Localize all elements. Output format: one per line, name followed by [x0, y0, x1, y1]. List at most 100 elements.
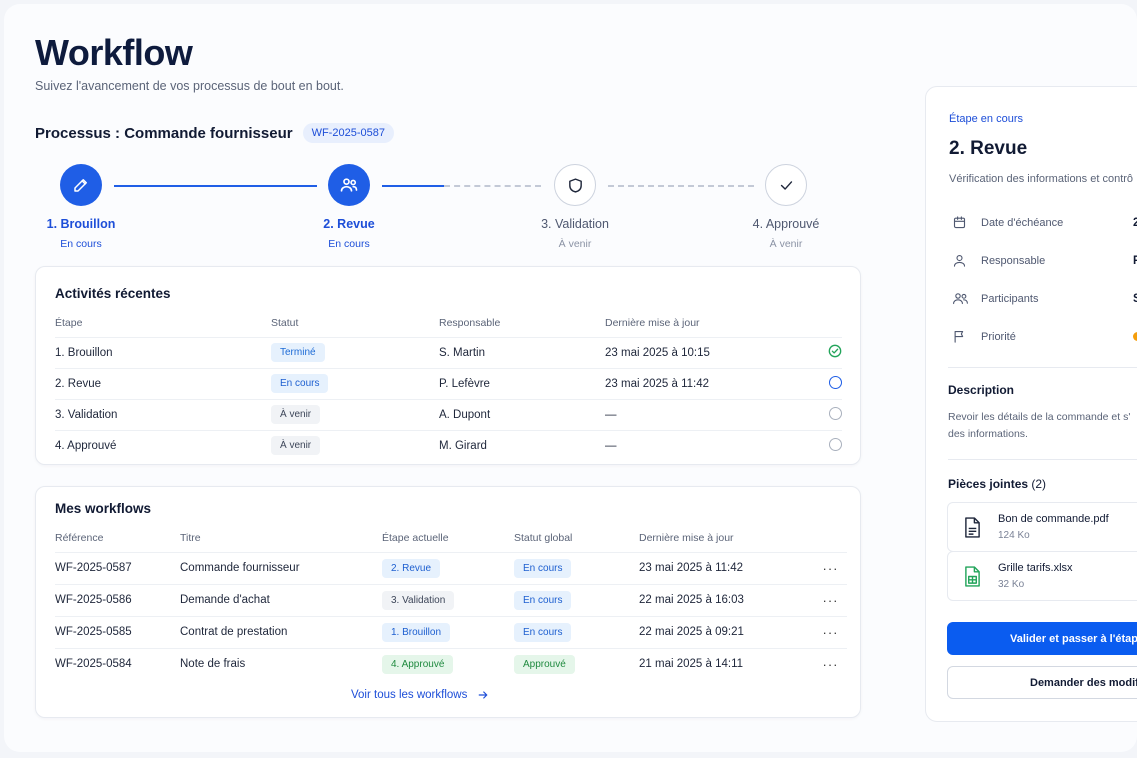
- step-validation[interactable]: 3. Validation À venir: [515, 164, 635, 250]
- more-options-icon[interactable]: ···: [823, 593, 839, 608]
- process-reference-badge: WF-2025-0587: [302, 123, 394, 143]
- circle-active-icon: [829, 375, 842, 389]
- card-title: Mes workflows: [55, 501, 152, 516]
- check-icon: [765, 164, 807, 206]
- status-badge: En cours: [514, 590, 572, 610]
- attachments-label: Pièces jointes: [948, 477, 1029, 491]
- description-line: Revoir les détails de la commande et s': [948, 411, 1131, 423]
- meta-value: S: [1133, 293, 1137, 305]
- meta-owner: Responsable P.: [952, 253, 1137, 268]
- meta-label: Priorité: [981, 330, 1016, 343]
- step-name: 4. Approuvé: [752, 217, 820, 231]
- column-header: Étape actuelle: [382, 531, 449, 544]
- meta-priority: Priorité: [952, 329, 1137, 344]
- table-row[interactable]: 1. Brouillon Terminé S. Martin 23 mai 20…: [55, 336, 842, 368]
- column-header: Titre: [180, 531, 201, 544]
- stage-badge: 2. Revue: [382, 558, 441, 578]
- meta-label: Participants: [981, 292, 1039, 305]
- cell-reference: WF-2025-0585: [55, 615, 180, 648]
- table-row[interactable]: 2. Revue En cours P. Lefèvre 23 mai 2025…: [55, 367, 842, 399]
- see-all-workflows-link[interactable]: Voir tous les workflows: [351, 689, 489, 701]
- workflows-table: Référence Titre Étape actuelle Statut gl…: [55, 524, 847, 680]
- column-header: Référence: [55, 531, 104, 544]
- column-header: Dernière mise à jour: [605, 316, 700, 329]
- table-row[interactable]: 3. Validation À venir A. Dupont —: [55, 398, 842, 430]
- circle-empty-icon: [829, 406, 842, 420]
- attachment-item[interactable]: Bon de commande.pdf 124 Ko: [947, 502, 1137, 552]
- cell-step: 1. Brouillon: [55, 336, 271, 368]
- cell-step: 3. Validation: [55, 398, 271, 430]
- file-size: 124 Ko: [998, 530, 1030, 541]
- table-row[interactable]: WF-2025-0587 Commande fournisseur 2. Rev…: [55, 551, 847, 584]
- shield-icon: [554, 164, 596, 206]
- table-row[interactable]: 4. Approuvé À venir M. Girard —: [55, 429, 842, 461]
- more-options-icon[interactable]: ···: [823, 625, 839, 640]
- meta-label: Date d'échéance: [981, 216, 1064, 229]
- status-badge: En cours: [271, 374, 329, 393]
- see-all-label: Voir tous les workflows: [351, 689, 468, 701]
- step-connector-done: [114, 185, 317, 187]
- file-name: Bon de commande.pdf: [998, 513, 1109, 525]
- description-text: Revoir les détails de la commande et s' …: [948, 409, 1137, 443]
- cell-updated: 23 mai 2025 à 10:15: [605, 336, 817, 368]
- spreadsheet-file-icon: [965, 566, 980, 587]
- file-name: Grille tarifs.xlsx: [998, 562, 1073, 574]
- calendar-icon: [953, 216, 966, 229]
- step-status: À venir: [558, 238, 592, 250]
- cell-step: 2. Revue: [55, 367, 271, 399]
- circle-empty-icon: [829, 437, 842, 451]
- cell-updated: 22 mai 2025 à 09:21: [639, 615, 814, 648]
- cell-reference: WF-2025-0584: [55, 647, 180, 680]
- my-workflows-card: Mes workflows Référence Titre Étape actu…: [35, 486, 861, 718]
- cell-title: Note de frais: [180, 647, 382, 680]
- step-name: 2. Revue: [323, 217, 375, 231]
- step-brouillon[interactable]: 1. Brouillon En cours: [21, 164, 141, 250]
- process-header: Processus : Commande fournisseur WF-2025…: [35, 123, 394, 143]
- description-title: Description: [948, 383, 1015, 397]
- description-line: des informations.: [948, 428, 1028, 440]
- cell-title: Contrat de prestation: [180, 615, 382, 648]
- activities-table: Étape Statut Responsable Dernière mise à…: [55, 309, 842, 461]
- workflow-stepper: 1. Brouillon En cours 2. Revue En cours …: [4, 159, 864, 259]
- cell-owner: P. Lefèvre: [439, 367, 605, 399]
- validate-next-step-button[interactable]: Valider et passer à l'étape: [947, 622, 1137, 655]
- users-icon: [328, 164, 370, 206]
- step-revue[interactable]: 2. Revue En cours: [289, 164, 409, 250]
- more-options-icon[interactable]: ···: [823, 657, 839, 672]
- check-circle-icon: [828, 344, 842, 358]
- panel-kicker: Étape en cours: [949, 113, 1023, 125]
- process-title: Processus : Commande fournisseur: [35, 124, 293, 142]
- request-changes-button[interactable]: Demander des modific: [947, 666, 1137, 699]
- cell-title: Commande fournisseur: [180, 551, 382, 584]
- status-badge: À venir: [271, 436, 321, 456]
- step-status: À venir: [769, 238, 803, 250]
- table-header-row: Référence Titre Étape actuelle Statut gl…: [55, 524, 847, 552]
- meta-label: Responsable: [981, 254, 1046, 267]
- stage-badge: 4. Approuvé: [382, 654, 454, 674]
- table-row[interactable]: WF-2025-0584 Note de frais 4. Approuvé A…: [55, 647, 847, 680]
- table-row[interactable]: WF-2025-0586 Demande d'achat 3. Validati…: [55, 583, 847, 616]
- table-row[interactable]: WF-2025-0585 Contrat de prestation 1. Br…: [55, 615, 847, 648]
- priority-dot: [1133, 332, 1137, 341]
- attachments-title: Pièces jointes (2): [948, 477, 1046, 491]
- current-step-panel: Étape en cours 2. Revue Vérification des…: [925, 86, 1137, 722]
- cell-updated: —: [605, 429, 817, 461]
- attachment-item[interactable]: Grille tarifs.xlsx 32 Ko: [947, 551, 1137, 601]
- cell-title: Demande d'achat: [180, 583, 382, 616]
- status-badge: En cours: [514, 622, 572, 642]
- cell-updated: 23 mai 2025 à 11:42: [605, 367, 817, 399]
- more-options-icon[interactable]: ···: [823, 561, 839, 576]
- pencil-icon: [60, 164, 102, 206]
- meta-due-date: Date d'échéance 2: [952, 215, 1137, 230]
- cell-updated: 23 mai 2025 à 11:42: [639, 551, 814, 584]
- cell-owner: M. Girard: [439, 429, 605, 461]
- meta-participants: Participants S: [952, 291, 1137, 306]
- cell-updated: 21 mai 2025 à 14:11: [639, 647, 814, 680]
- panel-title: 2. Revue: [949, 138, 1028, 159]
- status-badge: En cours: [514, 558, 572, 578]
- step-approuve[interactable]: 4. Approuvé À venir: [726, 164, 846, 250]
- stage-badge: 1. Brouillon: [382, 622, 451, 642]
- arrow-right-icon: [478, 691, 488, 699]
- table-header-row: Étape Statut Responsable Dernière mise à…: [55, 309, 842, 337]
- users-icon: [953, 293, 968, 305]
